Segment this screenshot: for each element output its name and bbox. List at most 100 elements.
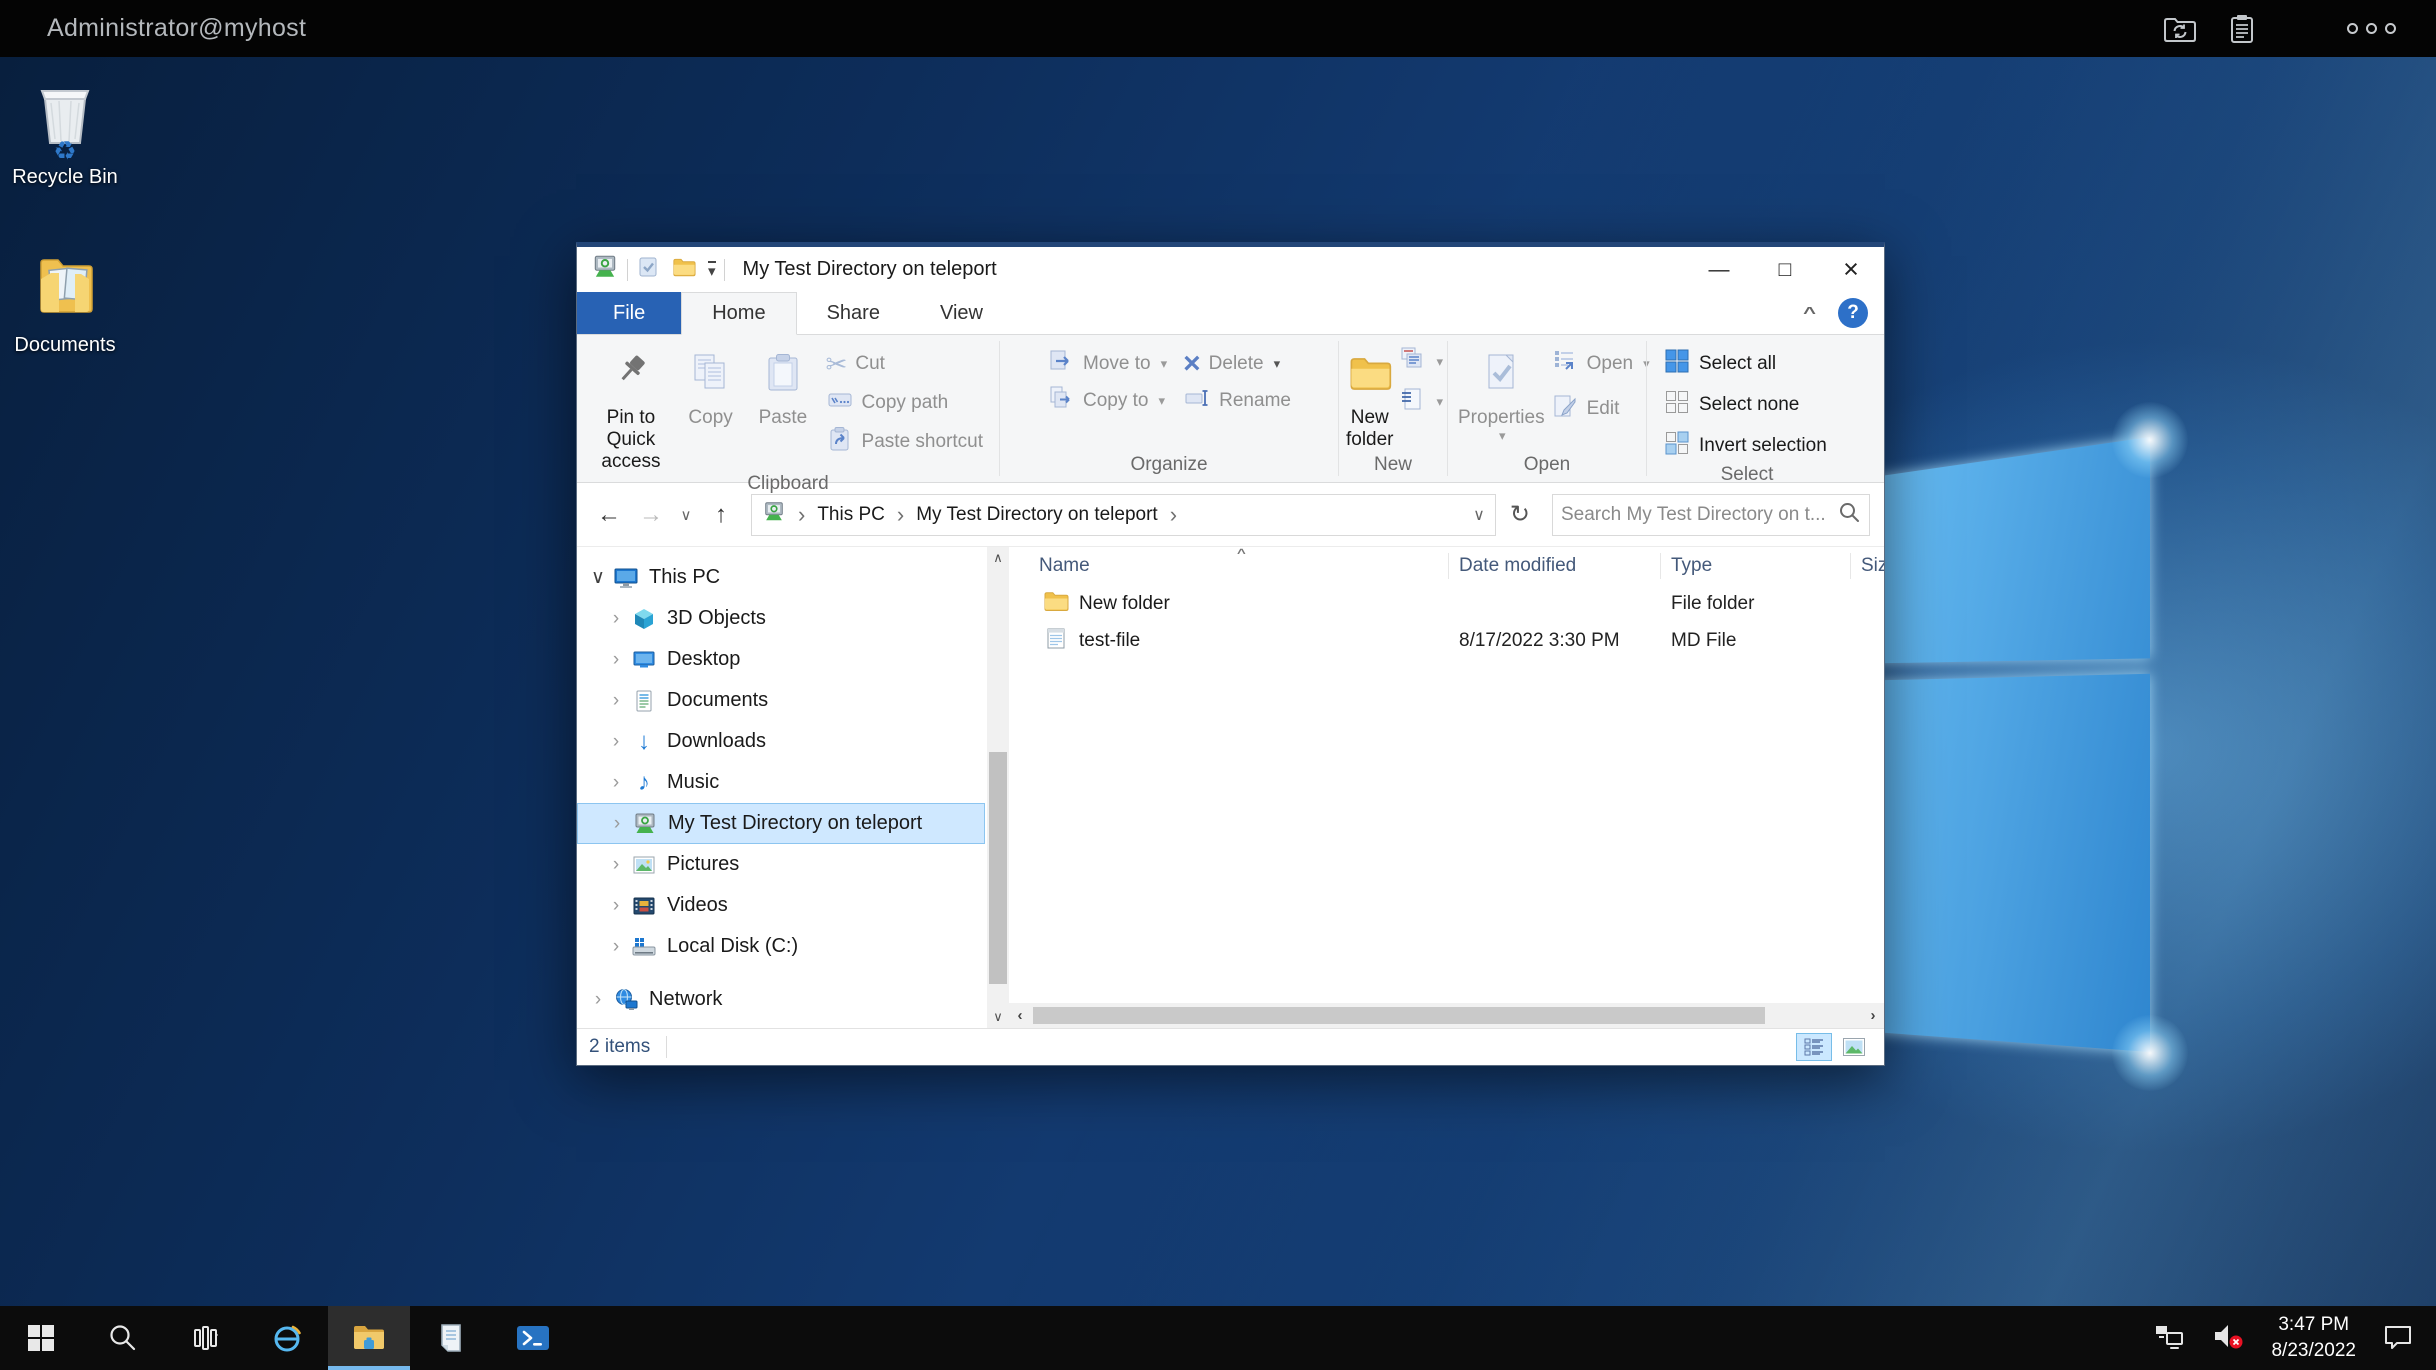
tree-item-music[interactable]: › ♪ Music — [577, 762, 985, 803]
open-button[interactable]: Open ▾ — [1545, 345, 1656, 382]
tab-file[interactable]: File — [577, 292, 681, 334]
properties-button[interactable]: Properties ▾ — [1458, 343, 1545, 454]
file-row-test-file[interactable]: test-file 8/17/2022 3:30 PM MD File — [1009, 622, 1884, 659]
maximize-button[interactable]: □ — [1752, 247, 1818, 292]
chevron-collapsed-icon[interactable]: › — [603, 649, 629, 671]
paste-button[interactable]: Paste — [746, 343, 819, 473]
tree-scrollbar[interactable]: ∧ ∨ — [987, 547, 1009, 1028]
taskbar-clock[interactable]: 3:47 PM 8/23/2022 — [2271, 1312, 2356, 1363]
tree-item-desktop[interactable]: › Desktop — [577, 639, 985, 680]
tree-item-3d-objects[interactable]: › 3D Objects — [577, 598, 985, 639]
volume-muted-icon[interactable] — [2211, 1320, 2245, 1357]
chevron-collapsed-icon[interactable]: › — [603, 772, 629, 794]
task-view-button[interactable] — [164, 1306, 246, 1370]
qat-properties-icon[interactable] — [636, 255, 660, 285]
copy-path-button[interactable]: Copy path — [820, 384, 989, 421]
easy-access-button[interactable]: ▾ — [1396, 347, 1445, 377]
pin-to-quick-access-button[interactable]: Pin to Quick access — [587, 343, 675, 473]
chevron-collapsed-icon[interactable]: › — [603, 608, 629, 630]
edit-button[interactable]: Edit — [1545, 390, 1656, 427]
powershell-taskbar-icon[interactable] — [492, 1306, 574, 1370]
tree-item-videos[interactable]: › Videos — [577, 885, 985, 926]
copy-button[interactable]: Copy — [675, 343, 746, 473]
title-bar[interactable]: ▾ My Test Directory on teleport — □ × — [577, 247, 1884, 292]
tab-view[interactable]: View — [910, 292, 1013, 334]
more-options-icon[interactable] — [2347, 23, 2396, 34]
back-button[interactable]: ← — [591, 501, 627, 529]
button-label: Edit — [1587, 398, 1620, 420]
tree-item-network[interactable]: › Network — [577, 979, 985, 1020]
details-view-button[interactable] — [1796, 1033, 1832, 1061]
tree-item-documents[interactable]: › Documents — [577, 680, 985, 721]
network-tray-icon[interactable] — [2153, 1321, 2185, 1356]
taskbar-search-button[interactable] — [82, 1306, 164, 1370]
chevron-collapsed-icon[interactable]: › — [585, 989, 611, 1011]
address-bar[interactable]: › This PC › My Test Directory on telepor… — [751, 494, 1496, 536]
help-button[interactable]: ? — [1838, 298, 1868, 328]
breadcrumb-this-pc[interactable]: This PC — [817, 504, 885, 526]
collapse-ribbon-icon[interactable]: ^ — [1803, 304, 1816, 322]
clipboard-icon[interactable] — [2227, 13, 2257, 45]
desktop-icon-documents[interactable]: Documents — [0, 249, 130, 357]
tab-home[interactable]: Home — [681, 292, 796, 335]
column-header-name[interactable]: Name — [1009, 553, 1449, 579]
cut-button[interactable]: ✂ Cut — [820, 345, 989, 382]
new-folder-button[interactable]: New folder — [1343, 343, 1396, 454]
move-to-button[interactable]: Move to ▾ — [1041, 345, 1173, 382]
tree-scrollbar-thumb[interactable] — [989, 752, 1007, 984]
file-explorer-taskbar-button[interactable] — [328, 1306, 410, 1370]
horizontal-scrollbar[interactable]: ‹ › — [1009, 1003, 1884, 1028]
new-item-button[interactable]: ▾ — [1396, 387, 1445, 417]
horizontal-scrollbar-thumb[interactable] — [1033, 1007, 1765, 1024]
chevron-collapsed-icon[interactable]: › — [603, 731, 629, 753]
close-button[interactable]: × — [1818, 247, 1884, 292]
clock-date: 8/23/2022 — [2271, 1340, 2356, 1361]
tree-item-this-pc[interactable]: ∨ This PC — [577, 557, 985, 598]
scroll-up-icon[interactable]: ∧ — [987, 547, 1009, 569]
column-header-type[interactable]: Type — [1661, 553, 1851, 579]
rename-button[interactable]: Rename — [1177, 382, 1297, 419]
tree-item-downloads[interactable]: › ↓ Downloads — [577, 721, 985, 762]
desktop-icon-recycle-bin[interactable]: ♻ Recycle Bin — [0, 81, 130, 189]
scroll-right-icon[interactable]: › — [1862, 1007, 1884, 1024]
breadcrumb-current-folder[interactable]: My Test Directory on teleport — [916, 504, 1157, 526]
file-row-new-folder[interactable]: New folder File folder — [1009, 585, 1884, 622]
invert-selection-button[interactable]: Invert selection — [1657, 427, 1833, 464]
tree-item-my-test-directory[interactable]: › My Test Directory on teleport — [577, 803, 985, 844]
copy-to-button[interactable]: Copy to ▾ — [1041, 382, 1173, 419]
start-button[interactable] — [0, 1306, 82, 1370]
notepad-taskbar-icon[interactable] — [410, 1306, 492, 1370]
chevron-collapsed-icon[interactable]: › — [603, 854, 629, 876]
chevron-collapsed-icon[interactable]: › — [603, 895, 629, 917]
tree-item-local-disk-c[interactable]: › Local Disk (C:) — [577, 926, 985, 967]
paste-shortcut-button[interactable]: Paste shortcut — [820, 423, 989, 460]
chevron-collapsed-icon[interactable]: › — [603, 690, 629, 712]
recent-locations-icon[interactable]: ∨ — [675, 506, 697, 524]
large-icons-view-button[interactable] — [1836, 1033, 1872, 1061]
search-input[interactable] — [1561, 504, 1837, 526]
action-center-icon[interactable] — [2382, 1320, 2414, 1357]
column-header-date-modified[interactable]: Date modified — [1449, 553, 1661, 579]
scroll-down-icon[interactable]: ∨ — [987, 1006, 1009, 1028]
up-button[interactable]: ↑ — [703, 501, 739, 529]
file-transfer-icon[interactable] — [2163, 14, 2197, 44]
qat-customize-icon[interactable]: ▾ — [708, 261, 716, 279]
column-header-size[interactable]: Size — [1851, 553, 1884, 579]
chevron-expanded-icon[interactable]: ∨ — [585, 566, 611, 589]
tab-share[interactable]: Share — [797, 292, 910, 334]
minimize-button[interactable]: — — [1686, 247, 1752, 292]
chevron-collapsed-icon[interactable]: › — [603, 936, 629, 958]
scroll-left-icon[interactable]: ‹ — [1009, 1007, 1031, 1024]
tree-item-pictures[interactable]: › Pictures — [577, 844, 985, 885]
forward-button[interactable]: → — [633, 501, 669, 529]
address-dropdown-icon[interactable]: ∨ — [1473, 505, 1485, 525]
refresh-button[interactable]: ↻ — [1502, 500, 1538, 529]
select-all-button[interactable]: Select all — [1657, 345, 1833, 382]
button-label: Rename — [1219, 390, 1291, 412]
qat-new-folder-icon[interactable] — [672, 255, 696, 285]
internet-explorer-icon[interactable] — [246, 1306, 328, 1370]
delete-button[interactable]: × Delete ▾ — [1177, 345, 1297, 382]
select-none-button[interactable]: Select none — [1657, 386, 1833, 423]
chevron-collapsed-icon[interactable]: › — [604, 813, 630, 835]
search-icon[interactable] — [1837, 500, 1861, 530]
